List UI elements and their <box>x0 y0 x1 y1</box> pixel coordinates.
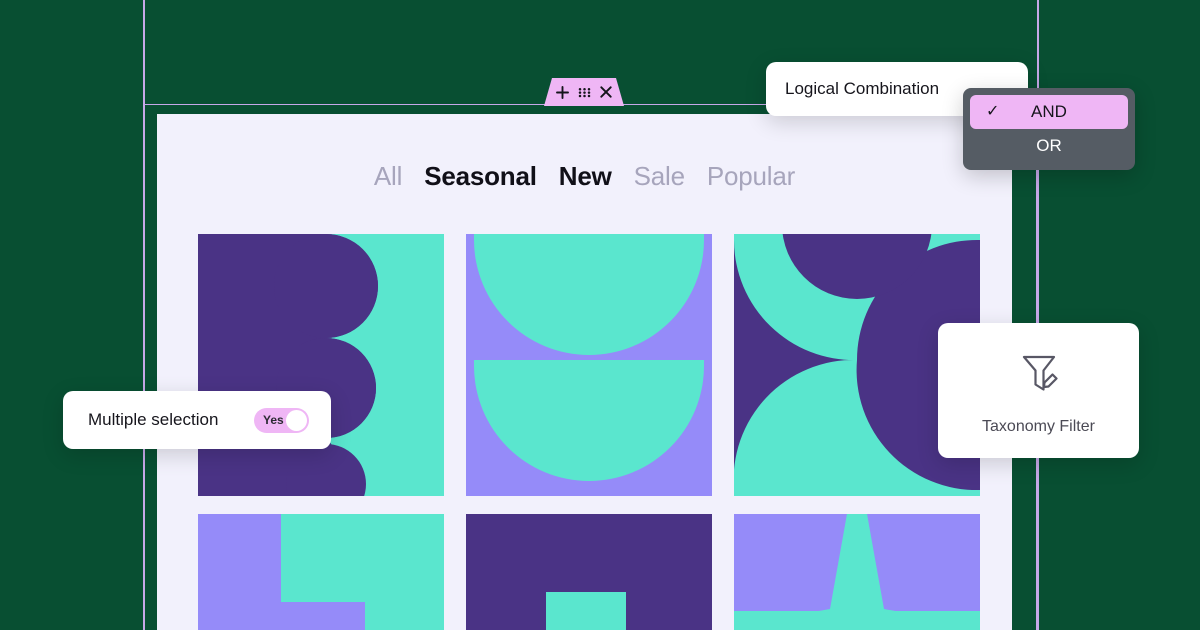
tile-spire[interactable] <box>734 514 980 630</box>
nav-item-popular[interactable]: Popular <box>707 161 795 192</box>
tile-step-blocks[interactable] <box>198 514 444 630</box>
category-nav: All Seasonal New Sale Popular <box>157 161 1012 192</box>
close-icon[interactable] <box>600 86 612 98</box>
grid-dots-icon[interactable] <box>578 87 591 98</box>
check-icon: ✓ <box>986 103 1000 120</box>
taxonomy-filter-label: Taxonomy Filter <box>982 418 1095 435</box>
tile-double-bowl[interactable] <box>466 234 712 496</box>
frame-line-left <box>143 0 145 630</box>
taxonomy-filter-card[interactable]: Taxonomy Filter <box>938 323 1139 458</box>
plus-icon[interactable] <box>556 85 569 99</box>
logical-combination-label: Logical Combination <box>785 79 940 98</box>
nav-item-seasonal[interactable]: Seasonal <box>424 161 537 192</box>
nav-item-all[interactable]: All <box>374 161 402 192</box>
tile-purple-pedestal[interactable] <box>466 514 712 630</box>
toggle-value-label: Yes <box>263 413 284 427</box>
dropdown-option-or[interactable]: OR <box>970 129 1128 163</box>
nav-item-new[interactable]: New <box>559 161 612 192</box>
multiple-selection-card: Multiple selection Yes <box>63 391 331 449</box>
dropdown-option-and[interactable]: ✓ AND <box>970 95 1128 129</box>
tab-handle[interactable] <box>544 78 624 106</box>
tile-scalloped-purple[interactable] <box>198 234 444 496</box>
screenshot-root: All Seasonal New Sale Popular Logical Co… <box>0 0 1200 630</box>
toggle-knob <box>286 409 307 431</box>
multiple-selection-label: Multiple selection <box>88 410 219 429</box>
logical-combination-dropdown[interactable]: ✓ AND OR <box>963 88 1135 170</box>
funnel-edit-icon <box>1011 345 1067 406</box>
multiple-selection-toggle[interactable]: Yes <box>254 407 309 433</box>
browser-panel: All Seasonal New Sale Popular <box>157 114 1012 630</box>
nav-item-sale[interactable]: Sale <box>634 161 685 192</box>
dropdown-option-and-label: AND <box>1031 102 1067 121</box>
dropdown-option-or-label: OR <box>1036 136 1062 155</box>
